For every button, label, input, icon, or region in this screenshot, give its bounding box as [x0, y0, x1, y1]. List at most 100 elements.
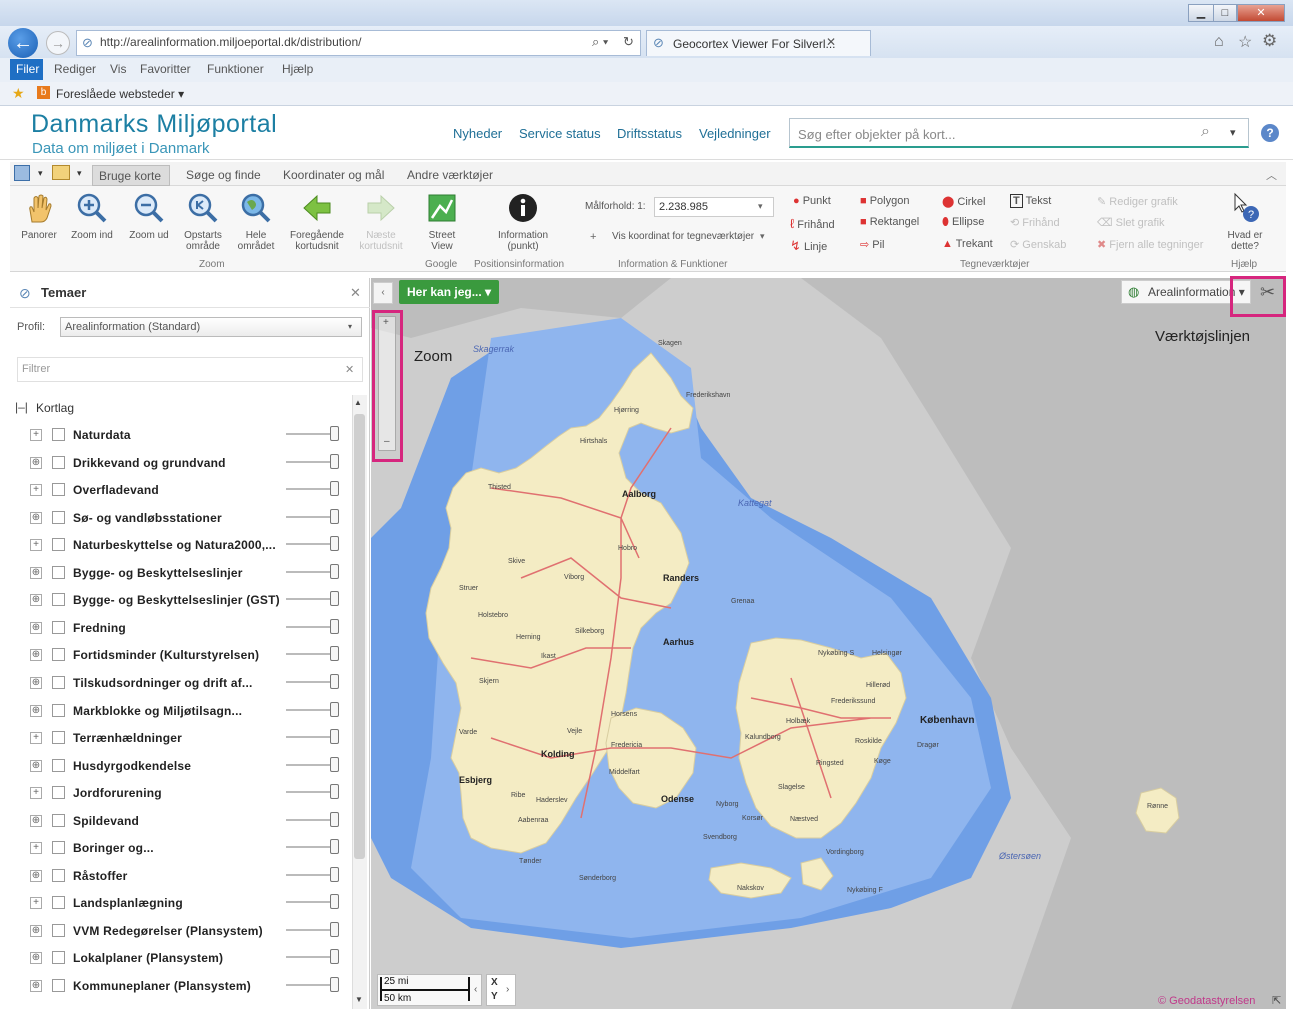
- opacity-slider-knob[interactable]: [330, 811, 339, 827]
- draw-circle-tool[interactable]: ⬤ Cirkel: [942, 195, 986, 208]
- layer-checkbox[interactable]: [52, 758, 65, 772]
- opacity-slider-knob[interactable]: [330, 701, 339, 717]
- layer-label[interactable]: Jordforurening: [73, 786, 162, 800]
- layer-row[interactable]: ⊕ VVM Redegørelser (Plansystem): [30, 919, 350, 947]
- menu-tools[interactable]: Funktioner: [207, 62, 264, 76]
- opacity-slider-track[interactable]: [286, 873, 336, 876]
- opacity-slider-track[interactable]: [286, 901, 336, 904]
- opacity-slider-track[interactable]: [286, 984, 336, 986]
- layer-row[interactable]: ⊕ Drikkevand og grundvand: [30, 451, 350, 479]
- opacity-slider-knob[interactable]: [330, 894, 339, 910]
- opacity-slider-track[interactable]: [286, 763, 336, 766]
- help-icon[interactable]: ?: [1261, 124, 1279, 142]
- opacity-slider-track[interactable]: [286, 846, 336, 849]
- expand-layer-icon[interactable]: +: [30, 484, 42, 497]
- draw-line-tool[interactable]: ↯ Linje: [790, 238, 827, 254]
- layer-row[interactable]: + Naturdata: [30, 423, 350, 451]
- menu-edit[interactable]: Rediger: [54, 62, 96, 76]
- map-view[interactable]: [371, 278, 1286, 1009]
- expand-layer-icon[interactable]: ⊕: [30, 814, 42, 827]
- settings-gear-icon[interactable]: ⚙: [1262, 31, 1277, 51]
- draw-polygon-tool[interactable]: ■ Polygon: [860, 195, 909, 207]
- layer-checkbox[interactable]: [52, 703, 65, 717]
- layer-label[interactable]: Naturbeskyttelse og Natura2000,...: [73, 538, 276, 552]
- layer-row[interactable]: + Landsplanlægning: [30, 891, 350, 919]
- layer-label[interactable]: Spildevand: [73, 814, 139, 828]
- expand-layer-icon[interactable]: +: [30, 842, 42, 855]
- expand-layer-icon[interactable]: ⊕: [30, 649, 42, 662]
- what-is-this-button[interactable]: ? Hvad er dette?: [1220, 192, 1270, 252]
- opacity-slider-knob[interactable]: [330, 756, 339, 772]
- layer-label[interactable]: Bygge- og Beskyttelseslinjer (GST): [73, 593, 280, 607]
- draw-ellipse-tool[interactable]: ⬮ Ellipse: [942, 216, 984, 229]
- expand-layer-icon[interactable]: ⊕: [30, 456, 42, 469]
- draw-text-tool[interactable]: T Tekst: [1010, 194, 1051, 208]
- zoom-slider[interactable]: [378, 316, 396, 451]
- layer-row[interactable]: ⊕ Tilskudsordninger og drift af...: [30, 671, 350, 699]
- expand-layer-icon[interactable]: ⊕: [30, 704, 42, 717]
- layer-row[interactable]: + Boringer og...: [30, 836, 350, 864]
- opacity-slider-track[interactable]: [286, 433, 336, 435]
- clear-drawings-tool[interactable]: ✖ Fjern alle tegninger: [1097, 238, 1203, 251]
- expand-layer-icon[interactable]: +: [30, 539, 42, 552]
- layer-checkbox[interactable]: [52, 648, 65, 662]
- layer-label[interactable]: Råstoffer: [73, 869, 127, 883]
- layer-row[interactable]: ⊕ Markblokke og Miljøtilsagn...: [30, 699, 350, 727]
- layer-checkbox[interactable]: [52, 951, 65, 965]
- menu-help[interactable]: Hjælp: [282, 62, 313, 76]
- layer-row[interactable]: ⊕ Kommuneplaner (Plansystem): [30, 974, 350, 1002]
- opacity-slider-knob[interactable]: [330, 618, 339, 634]
- here-i-can-button[interactable]: Her kan jeg... ▾: [399, 280, 499, 304]
- initial-extent-button[interactable]: Opstarts område: [178, 192, 228, 252]
- layer-label[interactable]: Lokalplaner (Plansystem): [73, 951, 223, 965]
- scroll-up-icon[interactable]: ▲: [354, 398, 362, 407]
- opacity-slider-track[interactable]: [286, 598, 336, 601]
- opacity-slider-track[interactable]: [286, 515, 336, 518]
- opacity-slider-track[interactable]: [286, 736, 336, 739]
- layer-checkbox[interactable]: [52, 455, 65, 469]
- layer-label[interactable]: Terrænhældninger: [73, 731, 182, 745]
- layer-row[interactable]: + Naturbeskyttelse og Natura2000,...: [30, 533, 350, 561]
- full-extent-button[interactable]: Hele området: [231, 192, 281, 252]
- opacity-slider-track[interactable]: [286, 680, 336, 683]
- layer-row[interactable]: ⊕ Lokalplaner (Plansystem): [30, 946, 350, 974]
- expand-layer-icon[interactable]: +: [30, 897, 42, 910]
- layer-checkbox[interactable]: [52, 841, 65, 855]
- opacity-slider-knob[interactable]: [330, 977, 339, 992]
- expand-layer-icon[interactable]: +: [30, 732, 42, 745]
- nav-news[interactable]: Nyheder: [453, 126, 502, 141]
- layer-label[interactable]: Fortidsminder (Kulturstyrelsen): [73, 648, 259, 662]
- pan-button[interactable]: Panorer: [14, 192, 64, 241]
- layer-checkbox[interactable]: [52, 868, 65, 882]
- opacity-slider-track[interactable]: [286, 956, 336, 959]
- tab-search-find[interactable]: Søge og finde: [186, 168, 261, 182]
- layer-row[interactable]: + Terrænhældninger: [30, 726, 350, 754]
- expand-layer-icon[interactable]: ⊕: [30, 676, 42, 689]
- close-panel-icon[interactable]: ✕: [350, 285, 361, 301]
- opacity-slider-knob[interactable]: [330, 591, 339, 607]
- layer-checkbox[interactable]: [52, 593, 65, 607]
- expand-layer-icon[interactable]: ⊕: [30, 952, 42, 965]
- opacity-slider-track[interactable]: [286, 570, 336, 573]
- opacity-slider-track[interactable]: [286, 625, 336, 628]
- street-view-button[interactable]: Street View: [417, 192, 467, 252]
- suggested-sites-link[interactable]: Foreslåede websteder ▾: [56, 87, 184, 101]
- layer-row[interactable]: + Jordforurening: [30, 781, 350, 809]
- nav-guides[interactable]: Vejledninger: [699, 126, 771, 141]
- layer-checkbox[interactable]: [52, 813, 65, 827]
- layer-label[interactable]: Landsplanlægning: [73, 896, 183, 910]
- layer-label[interactable]: Drikkevand og grundvand: [73, 456, 226, 470]
- zoom-slider-minus-icon[interactable]: –: [384, 436, 390, 447]
- profile-chevron-icon[interactable]: ▾: [348, 322, 352, 331]
- opacity-slider-knob[interactable]: [330, 839, 339, 855]
- layer-label[interactable]: Markblokke og Miljøtilsagn...: [73, 704, 242, 718]
- draw-arrow-tool[interactable]: ⇨ Pil: [860, 238, 885, 251]
- edit-graphic-tool[interactable]: ✎ Rediger grafik: [1097, 195, 1178, 208]
- layer-label[interactable]: Bygge- og Beskyttelseslinjer: [73, 566, 243, 580]
- scroll-down-icon[interactable]: ▼: [355, 995, 363, 1004]
- opacity-slider-knob[interactable]: [330, 673, 339, 689]
- filter-input[interactable]: [17, 357, 363, 382]
- opacity-slider-knob[interactable]: [330, 949, 339, 965]
- layer-label[interactable]: Overfladevand: [73, 483, 159, 497]
- layer-checkbox[interactable]: [52, 565, 65, 579]
